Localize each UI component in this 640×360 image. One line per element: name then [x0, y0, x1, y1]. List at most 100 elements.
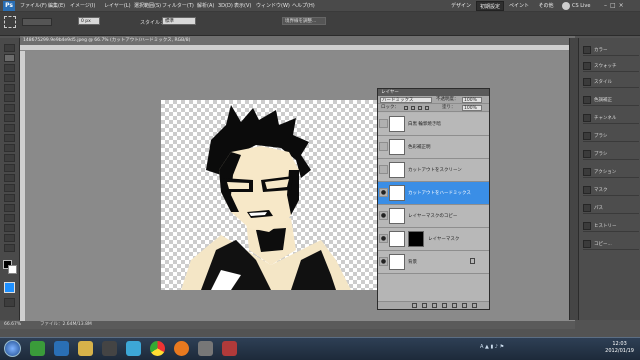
- healing-brush-tool-icon[interactable]: [4, 104, 15, 112]
- app-icon[interactable]: [126, 341, 141, 356]
- refine-edge-button[interactable]: 境界線を調整...: [282, 17, 326, 25]
- path-select-tool-icon[interactable]: [4, 204, 15, 212]
- panel-brush-presets[interactable]: ブラシ: [583, 148, 639, 160]
- app-icon[interactable]: [198, 341, 213, 356]
- menu-image[interactable]: イメージ(I): [70, 0, 95, 12]
- system-tray[interactable]: A ▲ ▮ ♪ ⚑: [480, 344, 570, 354]
- gradient-tool-icon[interactable]: [4, 154, 15, 162]
- style-select[interactable]: 標準: [162, 17, 196, 25]
- document-image[interactable]: [161, 100, 377, 290]
- eye-icon[interactable]: ●: [379, 257, 388, 266]
- menu-3d[interactable]: 3D(D): [218, 0, 233, 12]
- eyedropper-tool-icon[interactable]: [4, 94, 15, 102]
- hand-tool-icon[interactable]: [4, 234, 15, 242]
- menu-edit[interactable]: 編集(E): [48, 0, 65, 12]
- add-mask-icon[interactable]: [432, 303, 437, 308]
- layer-row[interactable]: ● レイヤーマスク: [378, 228, 489, 251]
- lock-transparent-icon[interactable]: [404, 106, 408, 110]
- history-brush-tool-icon[interactable]: [4, 134, 15, 142]
- blur-tool-icon[interactable]: [4, 164, 15, 172]
- visibility-toggle[interactable]: [379, 165, 388, 174]
- new-layer-icon[interactable]: [462, 303, 467, 308]
- firefox-icon[interactable]: [174, 341, 189, 356]
- layer-row[interactable]: ● 背景: [378, 251, 489, 274]
- menu-help[interactable]: ヘルプ(H): [292, 0, 315, 12]
- quick-mask-button[interactable]: [4, 282, 15, 293]
- lasso-tool-icon[interactable]: [4, 64, 15, 72]
- workspace-essentials[interactable]: 初期設定: [476, 1, 504, 11]
- start-button[interactable]: [4, 340, 21, 357]
- link-layers-icon[interactable]: [412, 303, 417, 308]
- adjustment-layer-icon[interactable]: [442, 303, 447, 308]
- new-group-icon[interactable]: [452, 303, 457, 308]
- workspace-design[interactable]: デザイン: [448, 1, 474, 11]
- crop-tool-icon[interactable]: [4, 84, 15, 92]
- visibility-toggle[interactable]: [379, 119, 388, 128]
- panel-masks[interactable]: マスク: [583, 184, 639, 196]
- panel-clone-source[interactable]: コピー...: [583, 238, 639, 250]
- eye-icon[interactable]: ●: [379, 188, 388, 197]
- background-color-swatch[interactable]: [8, 265, 17, 274]
- layer-row[interactable]: 白黒 輪郭焼き暗: [378, 113, 489, 136]
- eye-icon[interactable]: ●: [379, 211, 388, 220]
- feather-field[interactable]: 0 px: [78, 17, 100, 25]
- layer-row[interactable]: 色彩補正明: [378, 136, 489, 159]
- cslive-icon[interactable]: [562, 2, 570, 10]
- lock-all-icon[interactable]: [425, 106, 429, 110]
- panel-color[interactable]: カラー: [583, 44, 639, 56]
- pen-tool-icon[interactable]: [4, 184, 15, 192]
- layer-row-selected[interactable]: ● カットアウトをハードミックス: [378, 182, 489, 205]
- 3d-rotate-tool-icon[interactable]: [4, 224, 15, 232]
- chrome-icon[interactable]: [150, 341, 165, 356]
- menu-view[interactable]: 表示(V): [234, 0, 251, 12]
- window-controls[interactable]: –□×: [604, 1, 638, 11]
- eraser-tool-icon[interactable]: [4, 144, 15, 152]
- lock-position-icon[interactable]: [418, 106, 422, 110]
- explorer-icon[interactable]: [78, 341, 93, 356]
- photoshop-taskbar-icon[interactable]: [54, 341, 69, 356]
- cslive-label[interactable]: CS Live: [572, 0, 590, 12]
- screen-mode-button[interactable]: [4, 298, 15, 307]
- panel-styles[interactable]: スタイル: [583, 76, 639, 88]
- taskbar-clock[interactable]: 12:03 2012/01/19: [605, 341, 634, 355]
- layer-row[interactable]: ● レイヤーマスクのコピー: [378, 205, 489, 228]
- panel-history[interactable]: ヒストリー: [583, 220, 639, 232]
- panel-actions[interactable]: アクション: [583, 166, 639, 178]
- layer-style-icon[interactable]: [422, 303, 427, 308]
- brush-tool-icon[interactable]: [4, 114, 15, 122]
- visibility-toggle[interactable]: [379, 142, 388, 151]
- document-tab[interactable]: 148675299.9e9b4e9d5.jpeg @ 66.7% (カットアウト…: [20, 36, 575, 45]
- zoom-level[interactable]: 66.67%: [4, 321, 21, 329]
- blend-mode-select[interactable]: ハードミックス: [380, 97, 432, 103]
- layer-row[interactable]: カットアウトをスクリーン: [378, 159, 489, 182]
- menu-filter[interactable]: フィルター(T): [162, 0, 194, 12]
- menu-window[interactable]: ウィンドウ(W): [256, 0, 290, 12]
- app-icon[interactable]: [102, 341, 117, 356]
- selection-mode-buttons[interactable]: [22, 18, 52, 26]
- menu-layer[interactable]: レイヤー(L): [104, 0, 131, 12]
- move-tool-icon[interactable]: [4, 44, 15, 52]
- collapsed-panel-strip[interactable]: [569, 38, 578, 320]
- panel-swatches[interactable]: スウォッチ: [583, 60, 639, 72]
- type-tool-icon[interactable]: [4, 194, 15, 202]
- menu-analysis[interactable]: 解析(A): [197, 0, 214, 12]
- workspace-more[interactable]: その他: [534, 1, 558, 11]
- menu-file[interactable]: ファイル(F): [20, 0, 47, 12]
- marquee-tool-icon[interactable]: [4, 54, 15, 62]
- lock-pixels-icon[interactable]: [411, 106, 415, 110]
- opacity-field[interactable]: 100%: [462, 97, 482, 103]
- quick-select-tool-icon[interactable]: [4, 74, 15, 82]
- dreamweaver-icon[interactable]: [30, 341, 45, 356]
- zoom-tool-icon[interactable]: [4, 244, 15, 252]
- panel-channels[interactable]: チャンネル: [583, 112, 639, 124]
- dodge-tool-icon[interactable]: [4, 174, 15, 182]
- panel-adjustments[interactable]: 色調補正: [583, 94, 639, 106]
- fill-field[interactable]: 100%: [462, 105, 482, 111]
- trash-icon[interactable]: [472, 303, 477, 308]
- menu-select[interactable]: 選択範囲(S): [134, 0, 161, 12]
- marquee-tool-icon[interactable]: [4, 16, 16, 28]
- eye-icon[interactable]: ●: [379, 234, 388, 243]
- shape-tool-icon[interactable]: [4, 214, 15, 222]
- workspace-painting[interactable]: ペイント: [506, 1, 532, 11]
- app-icon[interactable]: [222, 341, 237, 356]
